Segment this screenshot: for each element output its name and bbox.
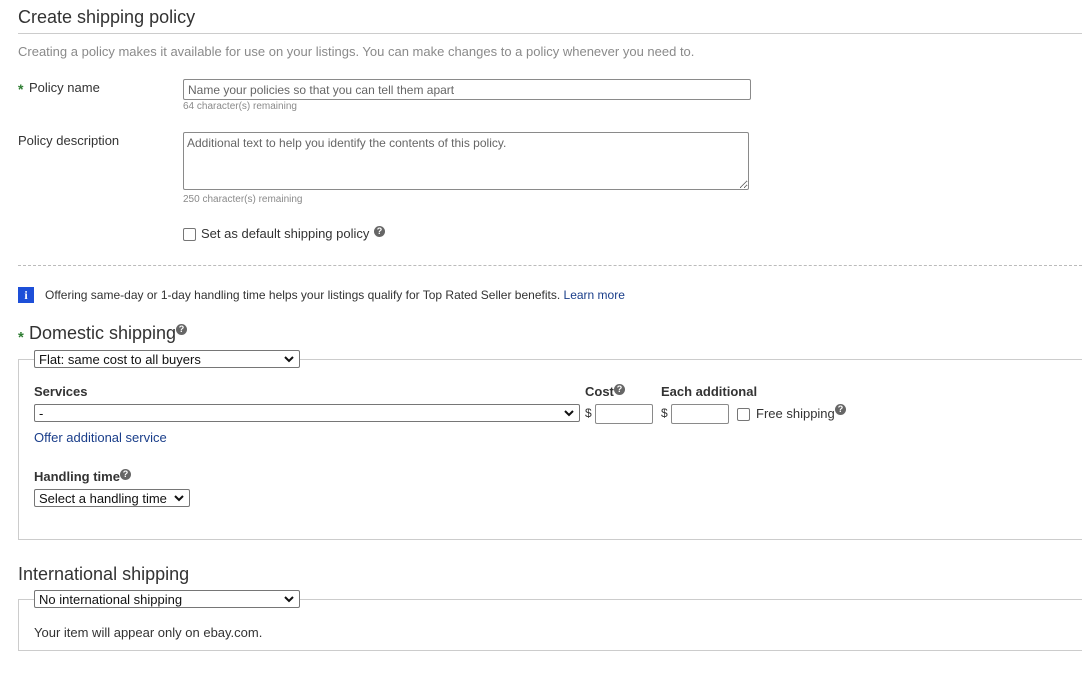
free-shipping-checkbox[interactable] [737, 408, 750, 421]
default-policy-checkbox[interactable] [183, 228, 196, 241]
cost-type-select[interactable]: Flat: same cost to all buyers [34, 350, 300, 368]
each-additional-input[interactable] [671, 404, 729, 424]
international-shipping-title: International shipping [18, 564, 190, 584]
policy-name-label: Policy name [29, 80, 100, 95]
service-select[interactable]: - [34, 404, 580, 422]
info-banner-text: Offering same-day or 1-day handling time… [45, 288, 561, 302]
handling-time-selected: Select a handling time [39, 490, 167, 506]
chevron-down-icon [284, 356, 294, 363]
domestic-required-marker: * [18, 329, 24, 346]
cost-label: Cost [585, 384, 614, 399]
chevron-down-icon [284, 596, 294, 603]
required-marker: * [18, 81, 24, 97]
offer-additional-service-link[interactable]: Offer additional service [34, 430, 167, 445]
international-selected: No international shipping [39, 591, 183, 607]
domestic-shipping-box [18, 359, 1082, 540]
chevron-down-icon [174, 495, 184, 502]
cost-currency: $ [585, 406, 592, 420]
policy-description-remaining: 250 character(s) remaining [183, 194, 303, 205]
header-divider [18, 33, 1082, 34]
cost-type-selected: Flat: same cost to all buyers [39, 351, 201, 367]
free-shipping-label: Free shipping [756, 406, 835, 421]
free-shipping-help-icon[interactable]: ? [835, 404, 846, 415]
question-icon[interactable]: ? [374, 226, 385, 237]
domestic-shipping-title: Domestic shipping [29, 323, 177, 343]
international-note: Your item will appear only on ebay.com. [34, 625, 263, 640]
policy-name-remaining: 64 character(s) remaining [183, 101, 297, 112]
cost-input[interactable] [595, 404, 653, 424]
chevron-down-icon [564, 410, 574, 417]
international-select[interactable]: No international shipping [34, 590, 300, 608]
section-divider [18, 265, 1082, 266]
service-selected: - [39, 405, 44, 421]
cost-help-icon[interactable]: ? [614, 384, 625, 395]
handling-time-help-icon[interactable]: ? [120, 469, 131, 480]
domestic-help-icon[interactable]: ? [176, 324, 187, 335]
services-label: Services [34, 384, 88, 399]
each-additional-currency: $ [661, 406, 668, 420]
info-banner: Offering same-day or 1-day handling time… [45, 288, 625, 302]
page-title: Create shipping policy [18, 7, 196, 27]
each-additional-label: Each additional [661, 384, 758, 399]
handling-time-select[interactable]: Select a handling time [34, 489, 190, 507]
learn-more-link[interactable]: Learn more [564, 288, 625, 302]
policy-name-input[interactable] [183, 79, 751, 100]
info-icon: i [18, 287, 34, 303]
policy-description-textarea[interactable] [183, 132, 749, 190]
handling-time-label: Handling time [34, 469, 120, 484]
page-intro: Creating a policy makes it available for… [18, 44, 695, 59]
policy-description-label: Policy description [18, 133, 120, 148]
default-policy-label: Set as default shipping policy [201, 226, 370, 241]
